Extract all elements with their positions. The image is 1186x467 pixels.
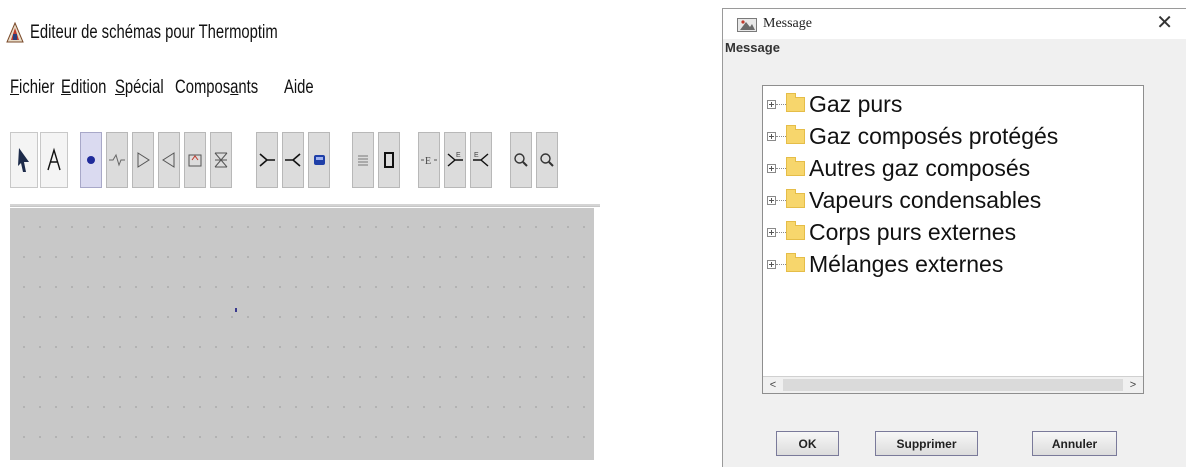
expand-icon[interactable]: [767, 131, 776, 141]
java-window-icon: [737, 18, 757, 32]
tree-node[interactable]: Corps purs externes: [763, 216, 1016, 248]
turbine-tool-button[interactable]: [158, 132, 180, 188]
tree-node[interactable]: Gaz purs: [763, 88, 902, 120]
svg-text:E: E: [425, 156, 431, 167]
combustion-tool-button[interactable]: [184, 132, 206, 188]
menu-composants[interactable]: Composants: [175, 77, 258, 99]
heat-exchange-icon: [109, 153, 125, 167]
dialog-title: Message: [763, 16, 812, 31]
substance-tree[interactable]: Gaz purs Gaz composés protégés Autres ga…: [762, 85, 1144, 394]
tree-node[interactable]: Vapeurs condensables: [763, 184, 1041, 216]
canvas-point[interactable]: [235, 308, 237, 312]
expand-icon[interactable]: [767, 227, 776, 237]
tree-node[interactable]: Mélanges externes: [763, 248, 1003, 280]
divider-icon: [285, 153, 301, 167]
svg-text:E: E: [456, 152, 461, 159]
message-dialog: Message ✕ Message Gaz purs Gaz composés …: [722, 8, 1186, 467]
exchanger-cold-icon: E: [473, 152, 489, 167]
toolbar-separator: [10, 204, 600, 207]
folder-icon: [786, 92, 805, 112]
exchanger-cold-tool-button[interactable]: E: [470, 132, 492, 188]
valve-tool-button[interactable]: [210, 132, 232, 188]
tree-node-label: Gaz purs: [809, 90, 903, 117]
scroll-right-icon[interactable]: >: [1125, 378, 1141, 392]
horizontal-scrollbar[interactable]: < >: [763, 376, 1143, 393]
tree-node-label: Vapeurs condensables: [809, 186, 1042, 213]
process-box-icon: [314, 155, 325, 165]
tree-node-label: Corps purs externes: [809, 218, 1017, 245]
tree-node[interactable]: Autres gaz composés: [763, 152, 1030, 184]
exchanger-hot-icon: E: [447, 152, 463, 167]
menu-special[interactable]: Spécial: [115, 77, 164, 99]
text-tool-button[interactable]: [40, 132, 68, 188]
folder-icon: [786, 220, 805, 240]
compressor-icon: [137, 152, 150, 168]
close-icon[interactable]: ✕: [1156, 13, 1173, 33]
combustion-chamber-icon: [188, 154, 202, 167]
turbine-icon: [162, 152, 175, 168]
text-a-icon: [47, 147, 61, 171]
schema-editor-window: Editeur de schémas pour Thermoptim Fichi…: [0, 0, 600, 467]
toolbar: E E E: [10, 120, 600, 207]
cancel-button[interactable]: Annuler: [1032, 431, 1117, 456]
folder-icon: [786, 188, 805, 208]
magnifier-minus-icon: [540, 153, 554, 167]
magnifier-plus-icon: [514, 153, 528, 167]
thermoptim-app-icon: [6, 22, 24, 43]
expand-icon[interactable]: [767, 99, 776, 109]
folder-icon: [786, 124, 805, 144]
bracket-icon: [384, 152, 394, 168]
expand-icon[interactable]: [767, 163, 776, 173]
tree-node-label: Mélanges externes: [809, 250, 1004, 277]
bracket-tool-button[interactable]: [378, 132, 400, 188]
exchanger-e-tool-button[interactable]: E: [418, 132, 440, 188]
mixer-tool-button[interactable]: [256, 132, 278, 188]
exchanger-e-icon: E: [421, 156, 437, 167]
compressor-tool-button[interactable]: [132, 132, 154, 188]
folder-icon: [786, 156, 805, 176]
scrollbar-thumb[interactable]: [783, 379, 1123, 391]
zoom-in-button[interactable]: [510, 132, 532, 188]
divider-tool-button[interactable]: [282, 132, 304, 188]
editor-title: Editeur de schémas pour Thermoptim: [30, 22, 278, 43]
mixer-icon: [259, 153, 275, 167]
editor-titlebar: Editeur de schémas pour Thermoptim: [6, 18, 348, 48]
menubar: Fichier Edition Spécial Composants Aide: [10, 74, 314, 102]
expand-icon[interactable]: [767, 259, 776, 269]
ok-button[interactable]: OK: [776, 431, 839, 456]
valve-icon: [214, 152, 228, 168]
svg-text:E: E: [474, 152, 479, 159]
menu-edition[interactable]: Edition: [61, 77, 106, 99]
dialog-titlebar: Message ✕: [723, 9, 1186, 39]
delete-button[interactable]: Supprimer: [875, 431, 978, 456]
folder-icon: [786, 252, 805, 272]
point-icon: [87, 156, 95, 164]
process-tool-button[interactable]: [308, 132, 330, 188]
scroll-left-icon[interactable]: <: [765, 378, 781, 392]
transfo-tool-button[interactable]: [106, 132, 128, 188]
select-tool-button[interactable]: [10, 132, 38, 188]
expand-icon[interactable]: [767, 195, 776, 205]
exchanger-hot-tool-button[interactable]: E: [444, 132, 466, 188]
menu-fichier[interactable]: Fichier: [10, 77, 54, 99]
tree-node-label: Gaz composés protégés: [809, 122, 1059, 149]
tree-node-label: Autres gaz composés: [809, 154, 1031, 181]
zoom-out-button[interactable]: [536, 132, 558, 188]
menu-aide[interactable]: Aide: [284, 77, 314, 99]
list-lines-icon: [358, 155, 368, 166]
point-tool-button[interactable]: [80, 132, 102, 188]
tree-node[interactable]: Gaz composés protégés: [763, 120, 1058, 152]
arrow-pointer-icon: [18, 148, 29, 172]
message-label: Message: [725, 40, 780, 55]
list-tool-button[interactable]: [352, 132, 374, 188]
diagram-canvas[interactable]: [10, 208, 594, 460]
